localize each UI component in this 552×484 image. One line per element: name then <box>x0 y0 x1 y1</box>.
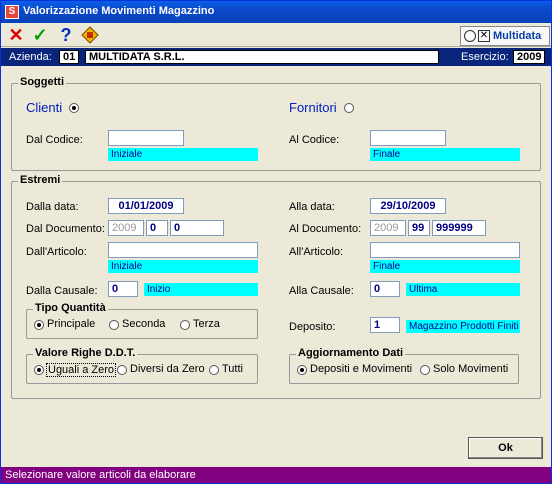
dal-documento-label: Dal Documento: <box>26 223 105 235</box>
dalla-data-label: Dalla data: <box>26 201 79 213</box>
aggiornamento-title: Aggiornamento Dati <box>296 347 406 359</box>
azienda-code: 01 <box>59 50 79 64</box>
soggetti-title: Soggetti <box>18 76 66 88</box>
valore-tutti-label: Tutti <box>222 363 243 375</box>
al-documento-label: Al Documento: <box>289 223 362 235</box>
dal-codice-input[interactable] <box>108 130 184 146</box>
al-doc-serie[interactable]: 99 <box>408 220 430 236</box>
window-title: Valorizzazione Movimenti Magazzino <box>23 5 215 17</box>
tipo-quantita-title: Tipo Quantità <box>33 302 108 314</box>
help-question-icon[interactable]: ? <box>57 26 75 44</box>
alla-data-label: Alla data: <box>289 201 335 213</box>
dal-doc-serie[interactable]: 0 <box>146 220 168 236</box>
tipo-seconda-radio[interactable] <box>109 320 119 330</box>
deposito-input[interactable]: 1 <box>370 317 400 333</box>
alla-causale-desc: Ultima <box>406 283 520 296</box>
main-window: S Valorizzazione Movimenti Magazzino ✕ ✓… <box>0 0 552 484</box>
esercizio-value: 2009 <box>513 50 545 64</box>
fornitori-label: Fornitori <box>289 100 337 115</box>
valore-diversi-label: Diversi da Zero <box>130 363 205 375</box>
tipo-principale-radio[interactable] <box>34 320 44 330</box>
company-info-bar: Azienda: 01 MULTIDATA S.R.L. Esercizio: … <box>1 48 551 66</box>
dall-articolo-desc: Iniziale <box>108 260 258 273</box>
agg-depositi-radio[interactable] <box>297 365 307 375</box>
deposito-desc: Magazzino Prodotti Finiti <box>406 320 520 333</box>
cross-box-icon: ✕ <box>478 30 490 42</box>
alla-causale-input[interactable]: 0 <box>370 281 400 297</box>
dalla-causale-input[interactable]: 0 <box>108 281 138 297</box>
tipo-terza-label: Terza <box>193 318 220 330</box>
dal-codice-desc: Iniziale <box>108 148 258 161</box>
agg-depositi-label: Depositi e Movimenti <box>310 363 413 375</box>
valore-uguali-label: Uguali a Zero <box>46 363 117 377</box>
dalla-causale-desc: Inizio <box>144 283 258 296</box>
dal-codice-label: Dal Codice: <box>26 134 83 146</box>
status-bar: Selezionare valore articoli da elaborare <box>1 467 551 483</box>
app-icon: S <box>5 5 19 19</box>
tipo-principale-label: Principale <box>47 318 96 330</box>
ok-button[interactable]: Ok <box>468 437 543 459</box>
al-codice-label: Al Codice: <box>289 134 340 146</box>
dall-articolo-input[interactable] <box>108 242 258 258</box>
dalla-causale-label: Dalla Causale: <box>26 285 98 297</box>
al-codice-input[interactable] <box>370 130 446 146</box>
logo-text: Multidata <box>493 30 542 42</box>
agg-solo-label: Solo Movimenti <box>433 363 509 375</box>
all-articolo-label: All'Articolo: <box>289 246 344 258</box>
al-doc-numero[interactable]: 999999 <box>432 220 486 236</box>
estremi-title: Estremi <box>18 174 63 186</box>
title-bar: S Valorizzazione Movimenti Magazzino <box>1 1 551 23</box>
valore-righe-title: Valore Righe D.D.T. <box>33 347 138 359</box>
dal-doc-anno: 2009 <box>108 220 144 236</box>
clienti-radio[interactable] <box>69 103 79 113</box>
all-articolo-desc: Finale <box>370 260 520 273</box>
al-codice-desc: Finale <box>370 148 520 161</box>
azienda-name: MULTIDATA S.R.L. <box>85 50 439 64</box>
tipo-terza-radio[interactable] <box>180 320 190 330</box>
circle-icon <box>464 30 476 42</box>
al-doc-anno: 2009 <box>370 220 406 236</box>
tools-diamond-icon[interactable] <box>81 26 99 44</box>
tipo-seconda-label: Seconda <box>122 318 166 330</box>
confirm-green-check-icon[interactable]: ✓ <box>31 26 49 44</box>
dal-doc-numero[interactable]: 0 <box>170 220 224 236</box>
valore-uguali-radio[interactable] <box>34 365 44 375</box>
valore-tutti-radio[interactable] <box>209 365 219 375</box>
multidata-logo: ✕ Multidata <box>460 26 550 46</box>
agg-solo-radio[interactable] <box>420 365 430 375</box>
dalla-data-input[interactable]: 01/01/2009 <box>108 198 184 214</box>
alla-causale-label: Alla Causale: <box>289 285 354 297</box>
close-red-x-icon[interactable]: ✕ <box>7 26 25 44</box>
dall-articolo-label: Dall'Articolo: <box>26 246 87 258</box>
alla-data-input[interactable]: 29/10/2009 <box>370 198 446 214</box>
deposito-label: Deposito: <box>289 321 336 333</box>
valore-diversi-radio[interactable] <box>117 365 127 375</box>
all-articolo-input[interactable] <box>370 242 520 258</box>
azienda-label: Azienda: <box>9 51 52 63</box>
clienti-label: Clienti <box>26 100 63 115</box>
fornitori-radio[interactable] <box>344 103 354 113</box>
esercizio-label: Esercizio: <box>461 51 509 63</box>
